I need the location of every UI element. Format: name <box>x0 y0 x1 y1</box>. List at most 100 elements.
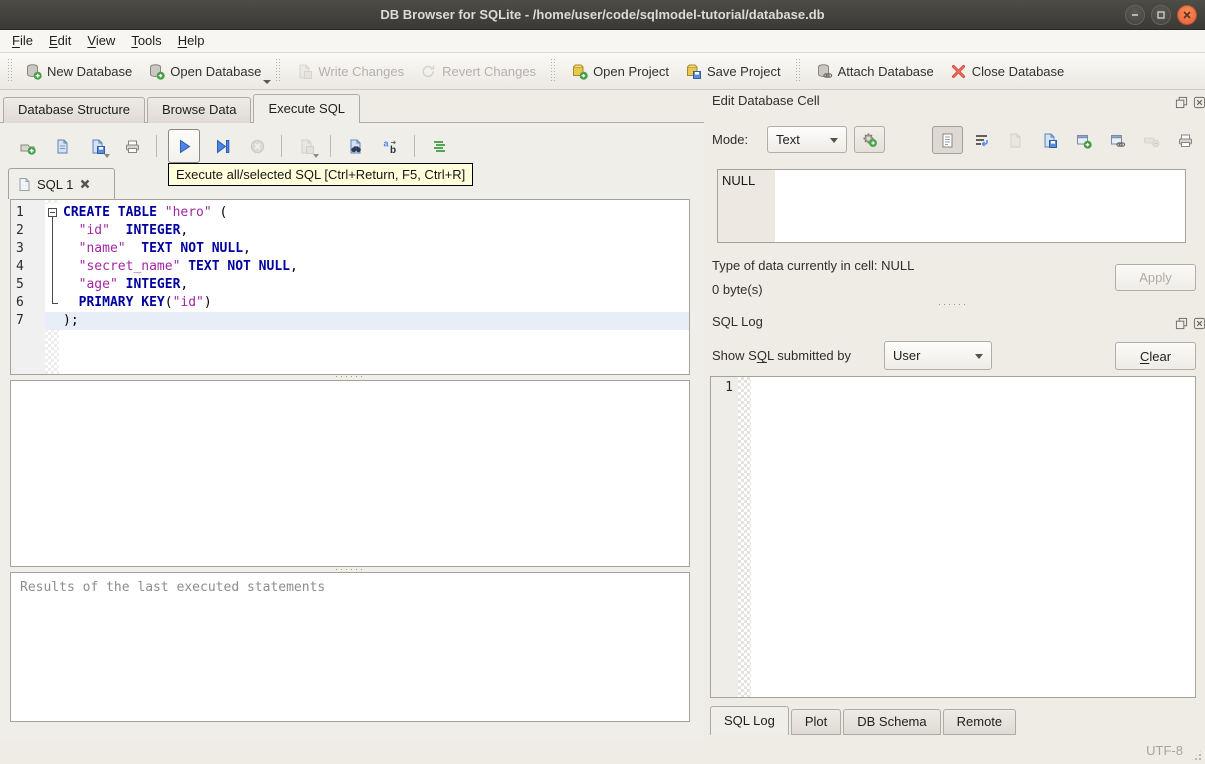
editor-line-2[interactable]: 2 "id" INTEGER, <box>11 222 689 240</box>
bottom-tab-remote[interactable]: Remote <box>942 709 1017 735</box>
execute-all-sql-button[interactable] <box>168 129 200 163</box>
new-database-icon <box>25 63 42 80</box>
execute-all-icon <box>176 138 193 155</box>
execute-current-line-button[interactable] <box>209 132 235 160</box>
log-source-value: User <box>893 348 921 363</box>
text-mode-button[interactable] <box>932 126 963 154</box>
print-icon <box>1177 132 1194 149</box>
sql-document-icon <box>19 177 30 191</box>
editor-splitter[interactable]: ······ <box>10 372 690 381</box>
stop-execution-button <box>244 132 270 160</box>
menu-item-tools[interactable]: Tools <box>123 30 169 52</box>
toolbar-separator <box>275 59 283 83</box>
mode-combobox-value: Text <box>776 132 800 147</box>
open-sql-tab-button[interactable] <box>14 132 40 160</box>
fold-marker <box>45 222 59 240</box>
close-dock-icon <box>1193 317 1205 329</box>
line-number: 3 <box>11 240 45 258</box>
bottom-tab-plot[interactable]: Plot <box>790 709 842 735</box>
toolbar-separator <box>330 135 331 157</box>
results-grid-pane[interactable] <box>10 380 690 567</box>
save-results-button <box>293 132 319 160</box>
word-replace-icon: ab <box>382 138 399 155</box>
right-panel-splitter[interactable]: ······ <box>710 300 1196 309</box>
close-tab-icon[interactable] <box>79 178 91 190</box>
bottom-tab-db-schema[interactable]: DB Schema <box>843 709 941 735</box>
find-replace-button[interactable] <box>342 132 368 160</box>
window-titlebar[interactable]: DB Browser for SQLite - /home/user/code/… <box>0 0 1205 30</box>
log-source-combobox[interactable]: User <box>884 341 992 370</box>
toolbar-button-save-project[interactable]: Save Project <box>677 58 789 85</box>
chevron-down-icon[interactable] <box>104 154 110 158</box>
svg-text:b: b <box>390 145 396 155</box>
chevron-down-icon[interactable] <box>263 79 272 84</box>
editor-line-text: PRIMARY KEY("id") <box>78 295 212 310</box>
fold-marker <box>45 258 59 276</box>
execute-line-icon <box>214 138 231 155</box>
word-wrap-button[interactable] <box>966 126 997 154</box>
print-sql-button[interactable] <box>119 132 145 160</box>
editor-line-text: "secret_name" TEXT NOT NULL, <box>78 259 298 274</box>
toolbar-button-close-database[interactable]: Close Database <box>942 58 1073 85</box>
toolbar-button-open-project[interactable]: Open Project <box>563 58 677 85</box>
sql-log-view[interactable]: 1 <box>710 376 1196 698</box>
menubar: File Edit View Tools Help <box>0 30 1205 53</box>
toolbar-button-attach-database[interactable]: Attach Database <box>808 58 942 85</box>
menu-item-help[interactable]: Help <box>170 30 213 52</box>
window-controls <box>1125 5 1197 25</box>
save-sql-file-button[interactable] <box>84 132 110 160</box>
menu-item-file[interactable]: File <box>4 30 41 52</box>
editor-line-5[interactable]: 5 "age" INTEGER, <box>11 276 689 294</box>
tab-execute-sql[interactable]: Execute SQL <box>253 94 361 123</box>
tab-browse-data[interactable]: Browse Data <box>147 97 252 123</box>
results-placeholder-text: Results of the last executed statements <box>20 580 326 595</box>
float-dock-button[interactable] <box>1174 316 1188 330</box>
bottom-tab-bar: SQL Log Plot DB Schema Remote <box>710 706 1018 735</box>
auto-completion-button[interactable]: ab <box>377 132 403 160</box>
close-dock-button[interactable] <box>1192 95 1205 109</box>
menu-item-view[interactable]: View <box>79 30 123 52</box>
open-sql-file-icon <box>54 138 71 155</box>
open-in-external-app-button[interactable] <box>1068 126 1099 154</box>
statusbar: UTF-8 <box>0 737 1205 764</box>
fold-marker[interactable] <box>45 204 59 222</box>
minimize-button[interactable] <box>1125 5 1145 25</box>
write-changes-icon <box>296 63 313 80</box>
chevron-down-icon <box>975 353 983 359</box>
print-cell-button[interactable] <box>1170 126 1201 154</box>
import-file-icon <box>1007 132 1024 149</box>
results-message-pane[interactable]: Results of the last executed statements <box>10 572 690 722</box>
toolbar-button-open-database[interactable]: Open Database <box>140 58 272 85</box>
sql-editor[interactable]: 1 CREATE TABLE "hero" (2 "id" INTEGER, 3 "… <box>10 199 690 375</box>
apply-button[interactable]: Apply <box>1115 264 1196 291</box>
editor-line-7[interactable]: 7); <box>11 312 689 330</box>
close-button[interactable] <box>1177 5 1197 25</box>
sql-document-tab[interactable]: SQL 1 <box>8 168 115 199</box>
close-dock-button[interactable] <box>1192 316 1205 330</box>
close-dock-icon <box>1193 96 1205 108</box>
toolbar-button-new-database[interactable]: New Database <box>17 58 140 85</box>
editor-line-3[interactable]: 3 "name" TEXT NOT NULL, <box>11 240 689 258</box>
link-data-button[interactable] <box>1102 126 1133 154</box>
menu-item-edit[interactable]: Edit <box>41 30 79 52</box>
maximize-button[interactable] <box>1151 5 1171 25</box>
chevron-down-icon[interactable] <box>313 154 319 158</box>
open-sql-file-button[interactable] <box>49 132 75 160</box>
mode-combobox[interactable]: Text <box>767 126 847 153</box>
toolbar-grip[interactable] <box>7 59 14 83</box>
editor-line-6[interactable]: 6 PRIMARY KEY("id") <box>11 294 689 312</box>
bottom-tab-sql-log[interactable]: SQL Log <box>710 706 789 735</box>
resize-grip-icon[interactable] <box>1190 749 1203 762</box>
gear-arrow-icon <box>863 133 877 147</box>
format-sql-button[interactable] <box>426 132 452 160</box>
cell-value-editor[interactable]: NULL <box>717 169 1186 243</box>
revert-changes-icon <box>420 63 437 80</box>
toolbar-button-label: Open Project <box>593 63 669 79</box>
float-dock-button[interactable] <box>1174 95 1188 109</box>
auto-switch-mode-button[interactable] <box>854 126 885 153</box>
export-to-file-button[interactable] <box>1034 126 1065 154</box>
tab-database-structure[interactable]: Database Structure <box>3 97 146 123</box>
clear-log-button[interactable]: Clear <box>1115 342 1196 370</box>
editor-line-1[interactable]: 1 CREATE TABLE "hero" ( <box>11 204 689 222</box>
editor-line-4[interactable]: 4 "secret_name" TEXT NOT NULL, <box>11 258 689 276</box>
